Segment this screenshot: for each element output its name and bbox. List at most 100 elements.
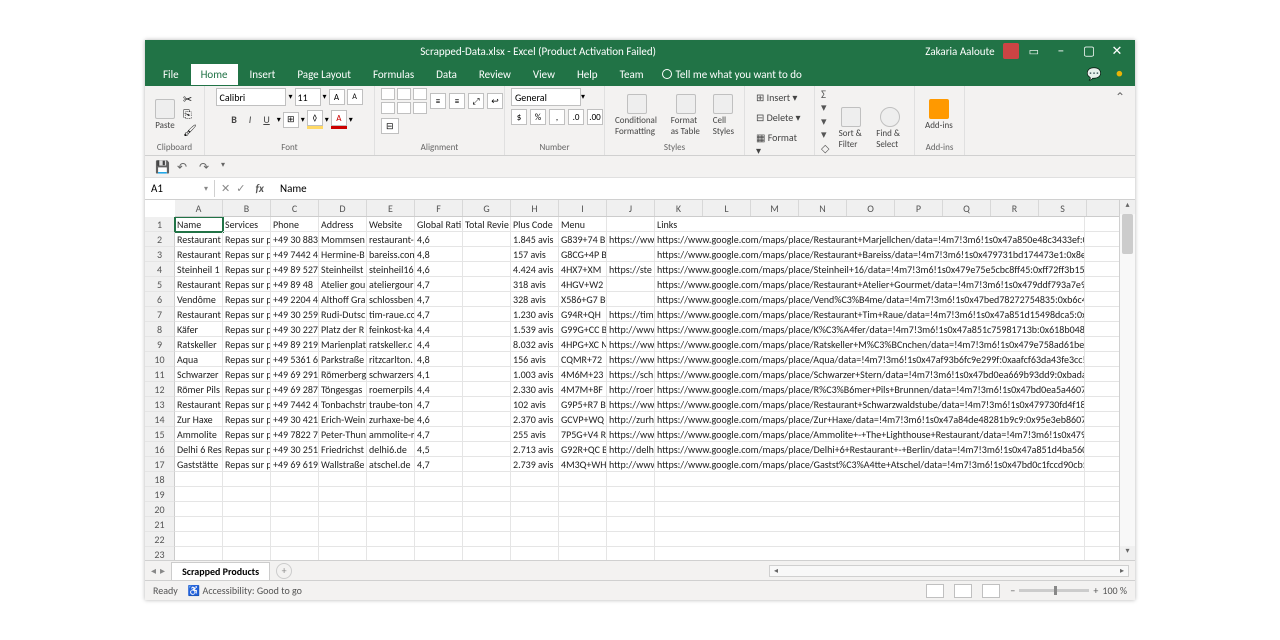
row-header[interactable]: 22 [145, 532, 175, 547]
horizontal-scrollbar[interactable]: ◂ ▸ [769, 565, 1129, 577]
cell[interactable]: Repas sur p [223, 322, 271, 337]
cell[interactable]: Services [223, 217, 271, 232]
row-header[interactable]: 6 [145, 292, 175, 307]
cell[interactable] [1085, 247, 1119, 262]
cell[interactable]: bareiss.con [367, 247, 415, 262]
cell[interactable]: 1.230 avis [511, 307, 559, 322]
cell[interactable] [1085, 337, 1119, 352]
column-header[interactable]: C [271, 200, 319, 216]
cell[interactable] [415, 472, 463, 487]
collapse-ribbon-icon[interactable]: ⌃ [1105, 86, 1135, 155]
row-header[interactable]: 18 [145, 472, 175, 487]
cell[interactable] [223, 547, 271, 560]
cell[interactable]: Restaurant [175, 232, 223, 247]
cell[interactable]: 4HPG+XC M [559, 337, 607, 352]
cell[interactable] [175, 532, 223, 547]
italic-button[interactable]: I [244, 110, 257, 129]
cell[interactable] [463, 262, 511, 277]
cell[interactable]: Restaurant [175, 307, 223, 322]
row-header[interactable]: 9 [145, 337, 175, 352]
cell[interactable]: Ratskeller [175, 337, 223, 352]
column-header[interactable]: A [175, 200, 223, 216]
cell[interactable] [511, 547, 559, 560]
cell[interactable] [1085, 367, 1119, 382]
cell[interactable] [559, 472, 607, 487]
cell[interactable] [1085, 487, 1119, 502]
align-top-right[interactable] [413, 88, 427, 100]
cell[interactable] [319, 547, 367, 560]
row-header[interactable]: 7 [145, 307, 175, 322]
column-header[interactable]: G [463, 200, 511, 216]
cell[interactable]: 4,8 [415, 352, 463, 367]
page-break-view-button[interactable] [982, 584, 1000, 598]
cell[interactable]: Parkstraße [319, 352, 367, 367]
cell[interactable] [463, 457, 511, 472]
cell[interactable] [463, 532, 511, 547]
font-size-dropdown-icon[interactable]: ▾ [323, 92, 327, 102]
cell[interactable]: GCVP+WQ [559, 412, 607, 427]
cell[interactable] [1085, 547, 1119, 560]
cell[interactable] [1085, 382, 1119, 397]
column-header[interactable]: N [799, 200, 847, 216]
cell[interactable]: X586+G7 Bergisch Gla [559, 292, 607, 307]
row-header[interactable]: 10 [145, 352, 175, 367]
row-header[interactable]: 13 [145, 397, 175, 412]
cell[interactable] [1085, 442, 1119, 457]
cell[interactable] [1085, 217, 1119, 232]
cell[interactable] [463, 307, 511, 322]
grow-font-icon[interactable]: A [329, 89, 345, 105]
tab-insert[interactable]: Insert [240, 64, 286, 85]
cell[interactable] [463, 367, 511, 382]
cell[interactable]: delhi6.de [367, 442, 415, 457]
cell[interactable]: Zur Haxe [175, 412, 223, 427]
cell[interactable]: Links [655, 217, 1085, 232]
cell[interactable]: Repas sur p [223, 412, 271, 427]
row-header[interactable]: 5 [145, 277, 175, 292]
cell[interactable]: Rudi-Dutsc [319, 307, 367, 322]
cell[interactable]: +49 30 251 [271, 442, 319, 457]
cell[interactable] [607, 292, 655, 307]
cell[interactable]: restaurant- [367, 232, 415, 247]
format-painter-icon[interactable]: 🖌 [183, 124, 197, 137]
cell[interactable] [511, 517, 559, 532]
column-header[interactable]: L [703, 200, 751, 216]
cell[interactable]: Althoff Gra [319, 292, 367, 307]
cell[interactable] [655, 472, 1085, 487]
wrap-text-icon[interactable]: ↩ [487, 93, 503, 109]
notification-icon[interactable]: ● [1116, 67, 1123, 82]
cell[interactable]: Schwarzer [175, 367, 223, 382]
cell[interactable]: Repas sur p [223, 397, 271, 412]
merge-center-icon[interactable]: ⊟ [381, 118, 399, 134]
cell[interactable] [1085, 397, 1119, 412]
cell[interactable] [1085, 412, 1119, 427]
cell[interactable]: +49 30 883 [271, 232, 319, 247]
normal-view-button[interactable] [926, 584, 944, 598]
cell[interactable]: Repas sur p [223, 442, 271, 457]
tab-view[interactable]: View [523, 64, 565, 85]
row-header[interactable]: 2 [145, 232, 175, 247]
cell[interactable]: http://roer [607, 382, 655, 397]
row-header[interactable]: 20 [145, 502, 175, 517]
cell[interactable]: https://www.google.com/maps/place/Restau… [655, 232, 1085, 247]
cell[interactable]: Repas sur p [223, 382, 271, 397]
cell[interactable]: Römer Pils [175, 382, 223, 397]
column-header[interactable]: B [223, 200, 271, 216]
cell[interactable] [607, 247, 655, 262]
undo-icon[interactable]: ↶ [177, 160, 191, 174]
scroll-down-icon[interactable]: ▾ [1120, 546, 1135, 560]
cell[interactable] [319, 517, 367, 532]
cell[interactable] [463, 277, 511, 292]
cell[interactable] [367, 472, 415, 487]
cell[interactable] [655, 517, 1085, 532]
cell[interactable]: https://www.google.com/maps/place/K%C3%A… [655, 322, 1085, 337]
underline-button[interactable]: U [258, 110, 274, 129]
cell[interactable]: Name [175, 217, 223, 232]
fill-color-icon[interactable]: ◊ [307, 110, 323, 129]
column-header[interactable]: P [895, 200, 943, 216]
cell[interactable]: Wallstraße [319, 457, 367, 472]
cell[interactable] [367, 502, 415, 517]
cell[interactable]: https://ste [607, 262, 655, 277]
cell[interactable]: 4,7 [415, 427, 463, 442]
cell[interactable] [223, 517, 271, 532]
cell[interactable]: 4,6 [415, 262, 463, 277]
